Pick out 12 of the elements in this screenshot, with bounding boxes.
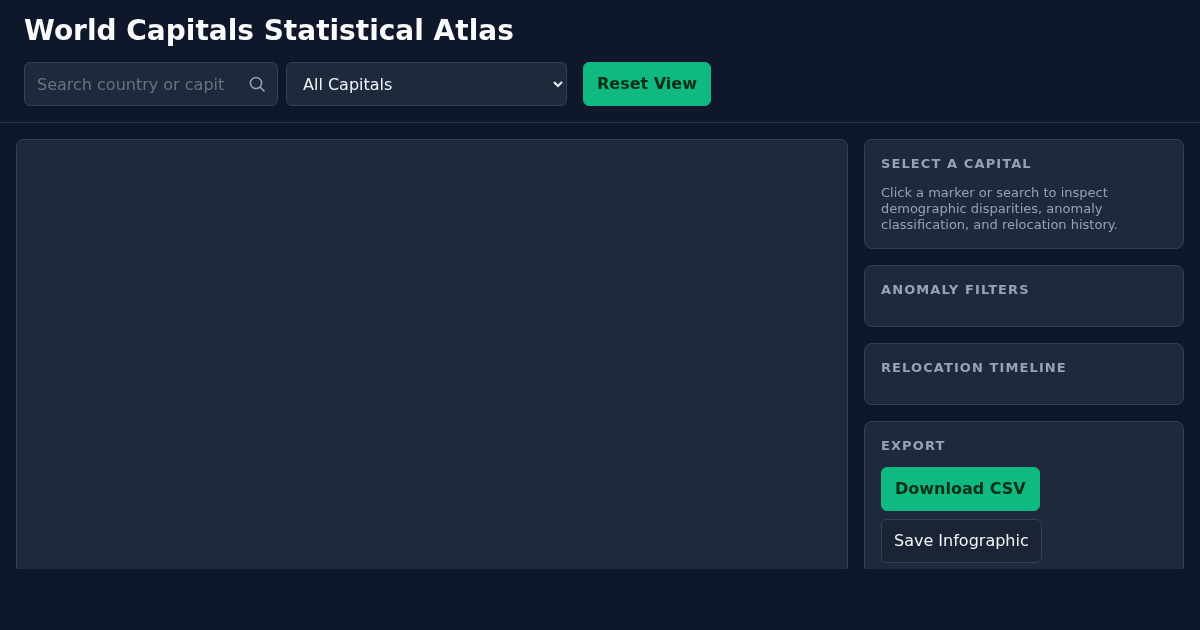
save-button[interactable]: Save Infographic [881,519,1042,563]
search-field[interactable]: Search country or capit [24,62,278,106]
page-title: World Capitals Statistical Atlas [24,14,515,48]
panel-description: Click a marker or search to inspect demographic disparities, anomaly classification, and relocation history. [881,185,1119,233]
panel-heading: SELECT A CAPITAL [881,155,1033,173]
download-button[interactable]: Download CSV [881,467,1040,511]
panel-heading: RELOCATION TIMELINE [881,359,1068,377]
capital-filter-dropdown[interactable]: All Capitals [286,62,567,106]
search-icon [249,76,265,92]
panel-heading: ANOMALY FILTERS [881,281,1031,299]
reset-view-button[interactable]: Reset View [583,62,711,106]
panel-heading: EXPORT [881,437,947,455]
